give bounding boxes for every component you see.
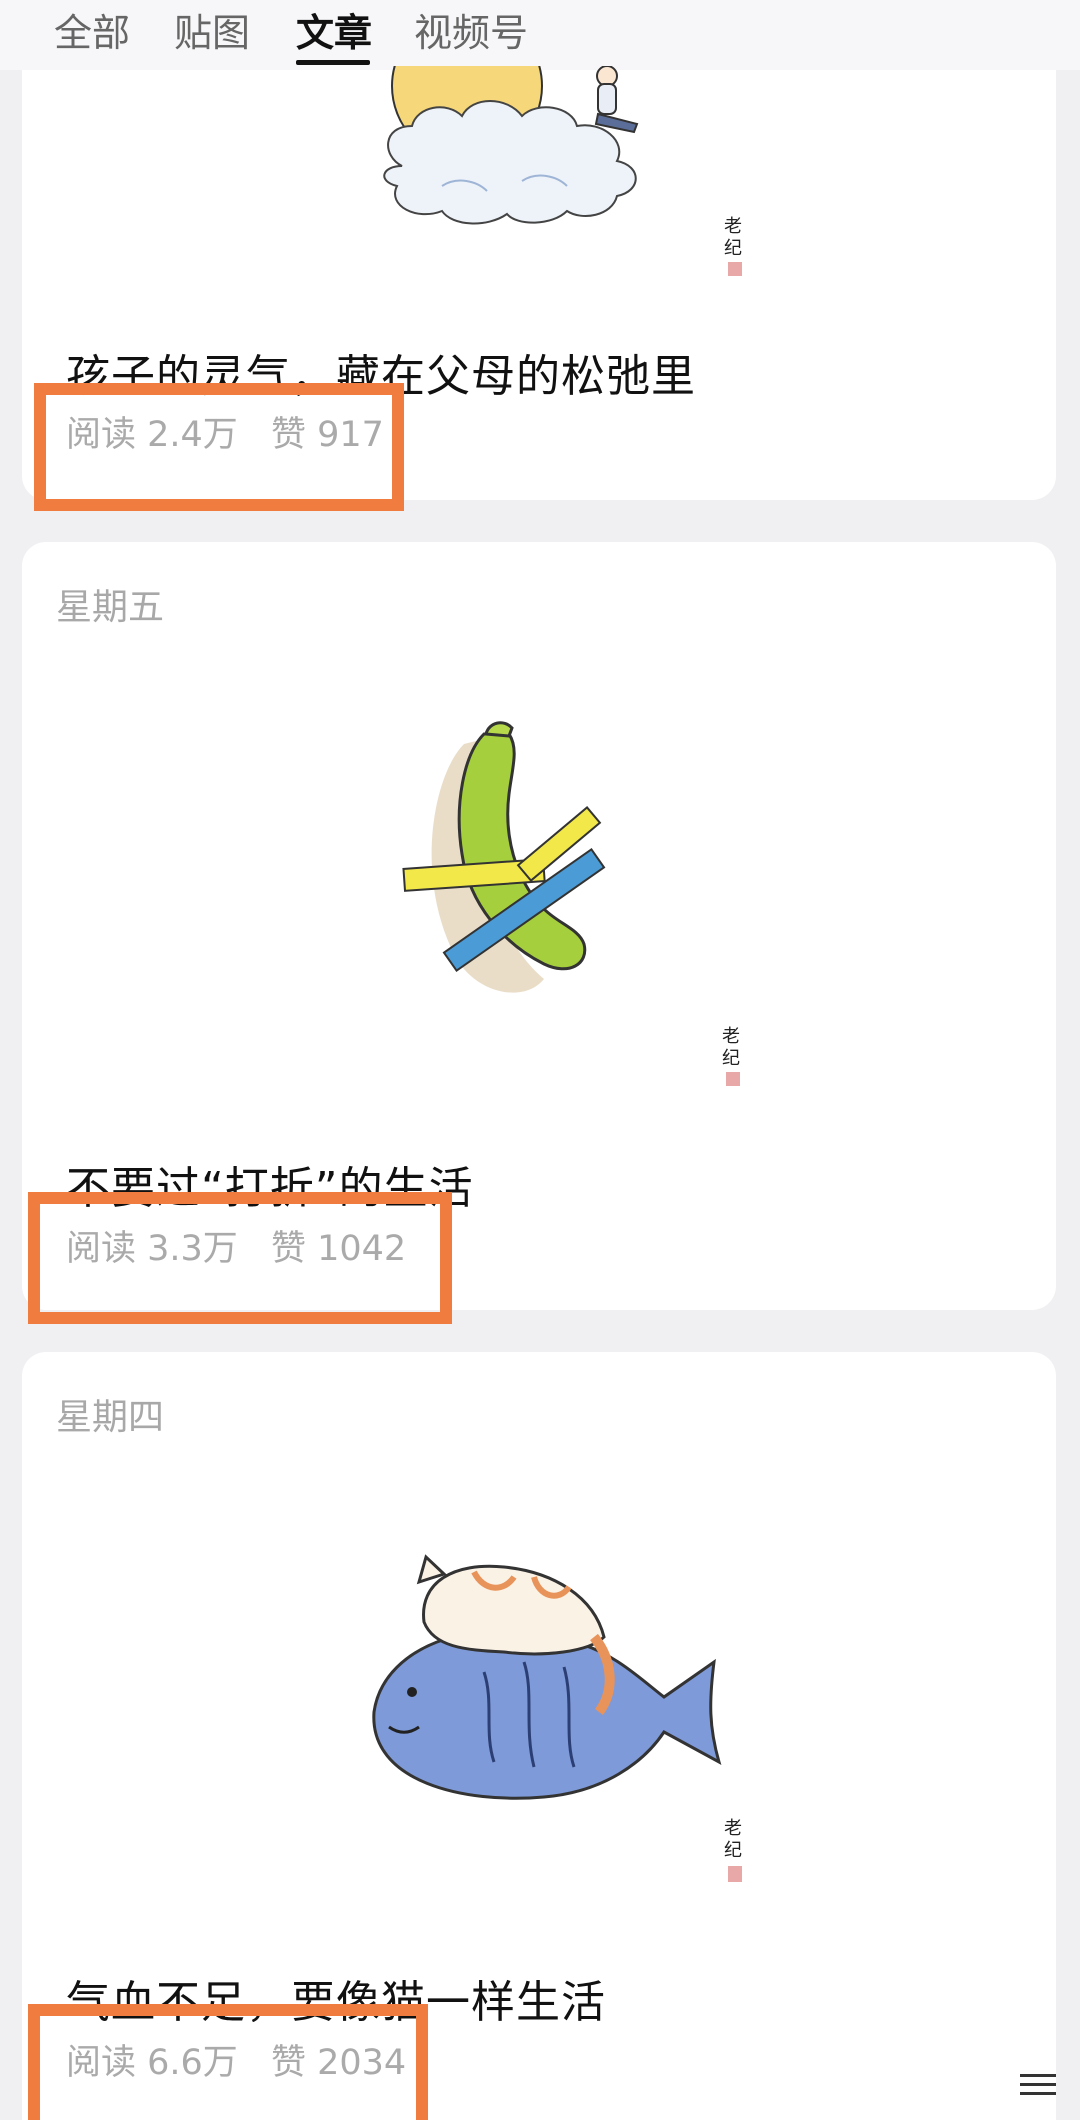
tab-bar: 全部 贴图 文章 视频号 [0,0,1080,70]
tab-articles[interactable]: 文章 [296,8,372,58]
app: 全部 贴图 文章 视频号 老 纪 孩子的灵气，藏在父母的松弛里 阅读 2.4万 … [0,0,1080,2120]
moon-cloud-illustration [383,66,639,225]
cucumber-illustration [402,721,606,993]
tab-images[interactable]: 贴图 [174,8,250,58]
signature-seal: 老 纪 [722,1026,740,1086]
signature-seal: 老 纪 [724,216,742,276]
svg-text:纪: 纪 [724,238,742,259]
tab-all[interactable]: 全部 [54,8,130,58]
highlight-box [28,1192,452,1324]
svg-text:老: 老 [724,1818,742,1839]
menu-icon[interactable] [1020,2072,1056,2098]
highlight-box [34,383,404,511]
active-tab-indicator [296,60,370,65]
svg-text:纪: 纪 [724,1840,742,1861]
tab-channels[interactable]: 视频号 [414,8,528,58]
cat-fish-illustration [372,1554,722,1800]
highlight-box [28,2004,428,2120]
svg-text:纪: 纪 [722,1048,740,1069]
day-label: 星期四 [56,1397,165,1438]
svg-text:老: 老 [724,216,742,237]
signature-seal: 老 纪 [724,1818,742,1882]
svg-text:老: 老 [722,1026,740,1047]
day-label: 星期五 [56,587,165,628]
